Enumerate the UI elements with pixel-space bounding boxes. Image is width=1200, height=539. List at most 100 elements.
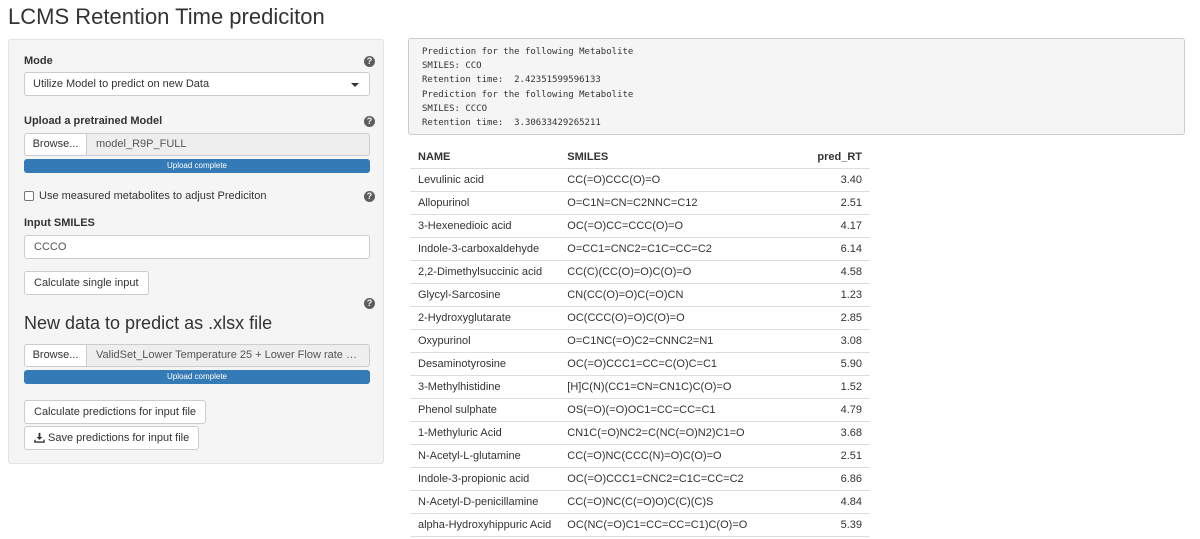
xlsx-browse-button[interactable]: Browse...: [24, 344, 87, 367]
output-line: Retention time: 3.30633429265211: [422, 118, 601, 129]
table-row: 2,2-Dimethylsuccinic acid CC(C)(CC(O)=O)C…: [410, 260, 870, 284]
cell-smiles: OC(CCC(O)=O)C(O)=O: [559, 306, 776, 330]
cell-pred-rt: 3.08: [775, 329, 870, 353]
xlsx-upload-status: Upload complete: [24, 370, 370, 384]
download-icon: [34, 432, 45, 443]
help-icon[interactable]: ?: [364, 191, 375, 202]
table-row: Glycyl-Sarcosine CN(CC(O)=O)C(=O)CN 1.23: [410, 283, 870, 307]
cell-smiles: OC(=O)CCC1=CC=C(O)C=C1: [559, 352, 776, 376]
cell-name: N-Acetyl-D-penicillamine: [410, 490, 560, 514]
output-line: Prediction for the following Metabolite: [422, 47, 634, 57]
cell-smiles: O=CC1=CNC2=C1C=CC=C2: [559, 237, 776, 261]
mode-label: Mode: [24, 55, 53, 67]
table-row: 1-Methyluric Acid CN1C(=O)NC2=C(NC(=O)N2)…: [410, 421, 870, 445]
table-header-row: NAME SMILES pred_RT: [410, 146, 870, 169]
cell-name: Oxypurinol: [410, 329, 560, 353]
xlsx-upload-progress: Upload complete: [24, 370, 370, 384]
smiles-input[interactable]: CCCO: [24, 235, 370, 259]
cell-smiles: OS(=O)(=O)OC1=CC=CC=C1: [559, 398, 776, 422]
table-row: Levulinic acid CC(=O)CCC(O)=O 3.40: [410, 168, 870, 192]
output-line: SMILES: CCO: [422, 61, 482, 72]
help-icon[interactable]: ?: [364, 298, 375, 309]
adjust-checkbox[interactable]: [24, 191, 34, 201]
save-predictions-button[interactable]: Save predictions for input file: [24, 426, 200, 450]
cell-smiles: CN(CC(O)=O)C(=O)CN: [559, 283, 776, 307]
cell-pred-rt: 5.39: [775, 513, 870, 537]
table-row: Indole-3-carboxaldehyde O=CC1=CNC2=C1C=CC…: [410, 237, 870, 261]
prediction-output: Prediction for the following Metabolite …: [408, 38, 1185, 135]
cell-smiles: OC(NC(=O)C1=CC=CC=C1)C(O)=O: [559, 513, 776, 537]
help-icon[interactable]: ?: [364, 116, 375, 127]
cell-pred-rt: 2.85: [775, 306, 870, 330]
cell-pred-rt: 4.79: [775, 398, 870, 422]
cell-name: Phenol sulphate: [410, 398, 560, 422]
cell-pred-rt: 1.23: [775, 283, 870, 307]
cell-pred-rt: 3.68: [775, 421, 870, 445]
model-upload-status: Upload complete: [24, 159, 370, 173]
adjust-label: Use measured metabolites to adjust Predi…: [39, 190, 267, 202]
table-row: Indole-3-propionic acid OC(=O)CCC1=CNC2=C…: [410, 467, 870, 491]
cell-smiles: O=C1NC(=O)C2=CNNC2=N1: [559, 329, 776, 353]
cell-smiles: CC(=O)NC(C(=O)O)C(C)(C)S: [559, 490, 776, 514]
cell-smiles: CC(=O)NC(CCC(N)=O)C(O)=O: [559, 444, 776, 468]
cell-name: Indole-3-carboxaldehyde: [410, 237, 560, 261]
cell-name: 3-Hexenedioic acid: [410, 214, 560, 238]
cell-name: alpha-Hydroxyhippuric Acid: [410, 513, 560, 537]
table-row: Desaminotyrosine OC(=O)CCC1=CC=C(O)C=C1 5.…: [410, 352, 870, 376]
column-header-smiles[interactable]: SMILES: [559, 146, 776, 169]
help-icon[interactable]: ?: [364, 56, 375, 67]
xlsx-section-title: New data to predict as .xlsx file: [24, 313, 273, 333]
cell-smiles: CN1C(=O)NC2=C(NC(=O)N2)C1=O: [559, 421, 776, 445]
mode-select-value: Utilize Model to predict on new Data: [33, 78, 210, 90]
table-row: 3-Methylhistidine [H]C(N)(CC1=CN=CN1C)C(O…: [410, 375, 870, 399]
cell-name: Allopurinol: [410, 191, 560, 215]
cell-smiles: CC(=O)CCC(O)=O: [559, 168, 776, 192]
cell-pred-rt: 3.40: [775, 168, 870, 192]
column-header-name[interactable]: NAME: [410, 146, 560, 169]
cell-pred-rt: 6.14: [775, 237, 870, 261]
calculate-file-button[interactable]: Calculate predictions for input file: [24, 400, 207, 424]
table-row: Allopurinol O=C1N=CN=C2NNC=C12 2.51: [410, 191, 870, 215]
cell-pred-rt: 4.58: [775, 260, 870, 284]
model-browse-button[interactable]: Browse...: [24, 133, 87, 156]
results-table: NAME SMILES pred_RT Levulinic acid CC(=O)…: [410, 146, 870, 537]
table-row: Phenol sulphate OS(=O)(=O)OC1=CC=CC=C1 4.7…: [410, 398, 870, 422]
cell-name: Glycyl-Sarcosine: [410, 283, 560, 307]
cell-name: Indole-3-propionic acid: [410, 467, 560, 491]
output-line: Retention time: 2.42351599596133: [422, 75, 601, 86]
table-row: N-Acetyl-D-penicillamine CC(=O)NC(C(=O)O)…: [410, 490, 870, 514]
table-row: alpha-Hydroxyhippuric Acid OC(NC(=O)C1=CC…: [410, 513, 870, 537]
cell-smiles: O=C1N=CN=C2NNC=C12: [559, 191, 776, 215]
cell-name: Desaminotyrosine: [410, 352, 560, 376]
cell-pred-rt: 2.51: [775, 191, 870, 215]
xlsx-file-input: Browse... ValidSet_Lower Temperature 25 …: [24, 344, 370, 367]
column-header-pred-rt[interactable]: pred_RT: [775, 146, 870, 169]
cell-pred-rt: 4.84: [775, 490, 870, 514]
cell-name: 3-Methylhistidine: [410, 375, 560, 399]
cell-name: 1-Methyluric Acid: [410, 421, 560, 445]
cell-pred-rt: 5.90: [775, 352, 870, 376]
calculate-single-button[interactable]: Calculate single input: [24, 271, 149, 295]
table-row: 2-Hydroxyglutarate OC(CCC(O)=O)C(O)=O 2.85: [410, 306, 870, 330]
cell-pred-rt: 1.52: [775, 375, 870, 399]
model-upload-progress: Upload complete: [24, 159, 370, 173]
cell-smiles: OC(=O)CC=CCC(O)=O: [559, 214, 776, 238]
table-row: Oxypurinol O=C1NC(=O)C2=CNNC2=N1 3.08: [410, 329, 870, 353]
cell-smiles: [H]C(N)(CC1=CN=CN1C)C(O)=O: [559, 375, 776, 399]
page-title: LCMS Retention Time prediciton: [8, 4, 325, 29]
mode-select[interactable]: Utilize Model to predict on new Data: [24, 72, 370, 96]
cell-name: 2,2-Dimethylsuccinic acid: [410, 260, 560, 284]
sidebar-panel: Mode ? Utilize Model to predict on new D…: [8, 39, 384, 464]
xlsx-file-name: ValidSet_Lower Temperature 25 + Lower Fl…: [86, 344, 370, 367]
table-row: 3-Hexenedioic acid OC(=O)CC=CCC(O)=O 4.17: [410, 214, 870, 238]
table-row: N-Acetyl-L-glutamine CC(=O)NC(CCC(N)=O)C(…: [410, 444, 870, 468]
model-file-name: model_R9P_FULL: [86, 133, 370, 156]
cell-smiles: OC(=O)CCC1=CNC2=C1C=CC=C2: [559, 467, 776, 491]
model-upload-label: Upload a pretrained Model: [24, 115, 163, 127]
cell-pred-rt: 2.51: [775, 444, 870, 468]
cell-pred-rt: 6.86: [775, 467, 870, 491]
cell-smiles: CC(C)(CC(O)=O)C(O)=O: [559, 260, 776, 284]
cell-name: N-Acetyl-L-glutamine: [410, 444, 560, 468]
cell-name: Levulinic acid: [410, 168, 560, 192]
smiles-label: Input SMILES: [24, 217, 95, 229]
